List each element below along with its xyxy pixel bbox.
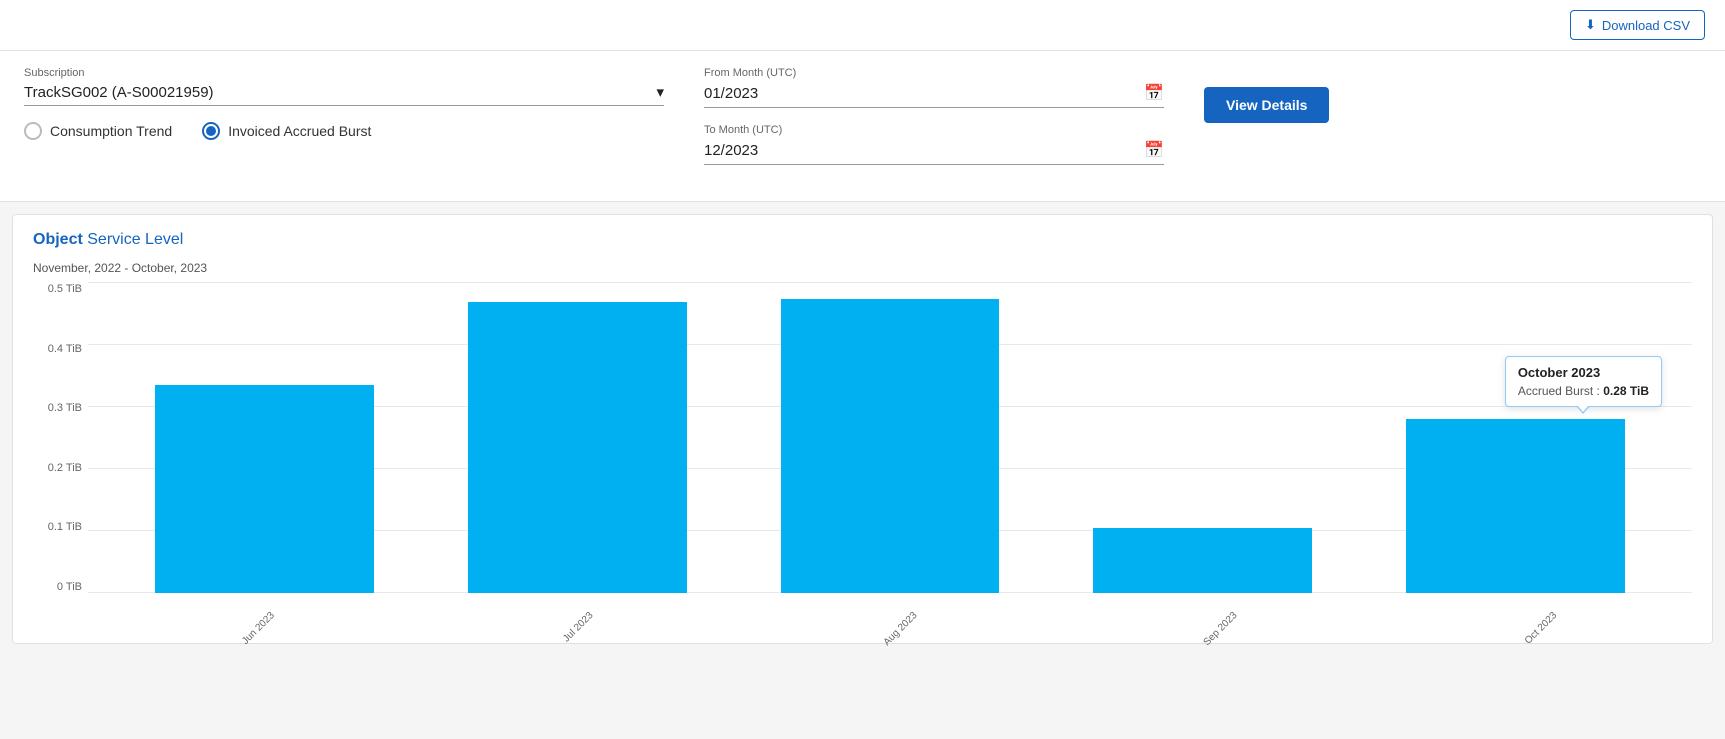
view-details-block: View Details	[1204, 67, 1329, 123]
chart-date-range: November, 2022 - October, 2023	[33, 261, 1692, 275]
bar-group[interactable]	[1359, 283, 1672, 593]
from-month-field: From Month (UTC) 01/2023 📅	[704, 67, 1164, 108]
view-details-button[interactable]: View Details	[1204, 87, 1329, 123]
from-month-label: From Month (UTC)	[704, 67, 1164, 79]
y-axis: 0 TiB 0.1 TiB 0.2 TiB 0.3 TiB 0.4 TiB 0.5 TiB	[33, 283, 88, 593]
y-axis-label: 0.3 TiB	[33, 402, 88, 414]
subscription-select[interactable]: TrackSG002 (A-S00021959) ▾	[24, 83, 664, 106]
bar-group[interactable]	[1046, 283, 1359, 593]
radio-consumption-trend[interactable]: Consumption Trend	[24, 122, 172, 140]
x-axis-label: Oct 2023	[1523, 610, 1559, 646]
from-calendar-icon[interactable]: 📅	[1144, 83, 1164, 103]
chart-container: 0 TiB 0.1 TiB 0.2 TiB 0.3 TiB 0.4 TiB 0.5 TiB…	[33, 283, 1692, 623]
y-axis-label: 0.5 TiB	[33, 283, 88, 295]
chart-area: 0 TiB 0.1 TiB 0.2 TiB 0.3 TiB 0.4 TiB 0.5 TiB…	[33, 283, 1692, 623]
subscription-value: TrackSG002 (A-S00021959)	[24, 84, 214, 101]
radio-consumption-label: Consumption Trend	[50, 123, 172, 139]
to-month-field: To Month (UTC) 12/2023 📅	[704, 124, 1164, 165]
subscription-label: Subscription	[24, 67, 664, 79]
y-axis-label: 0.4 TiB	[33, 343, 88, 355]
to-month-value: 12/2023	[704, 142, 1144, 159]
download-icon: ⬇	[1585, 17, 1596, 33]
chart-title: Object Service Level	[33, 231, 1692, 249]
radio-circle-invoiced	[202, 122, 220, 140]
download-csv-button[interactable]: ⬇ Download CSV	[1570, 10, 1705, 40]
bar-group[interactable]	[108, 283, 421, 593]
from-month-value: 01/2023	[704, 85, 1144, 102]
y-axis-label: 0.1 TiB	[33, 521, 88, 533]
bar-group[interactable]	[734, 283, 1047, 593]
subscription-block: Subscription TrackSG002 (A-S00021959) ▾ …	[24, 67, 664, 140]
top-bar: ⬇ Download CSV	[0, 0, 1725, 51]
radio-invoiced-accrued-burst[interactable]: Invoiced Accrued Burst	[202, 122, 371, 140]
bar	[1406, 419, 1625, 593]
download-csv-label: Download CSV	[1602, 18, 1690, 33]
y-axis-label: 0 TiB	[33, 581, 88, 593]
x-label-group: Aug 2023	[730, 593, 1051, 623]
y-axis-label: 0.2 TiB	[33, 462, 88, 474]
radio-group: Consumption Trend Invoiced Accrued Burst	[24, 122, 664, 140]
x-axis-label: Jul 2023	[561, 610, 596, 645]
chevron-down-icon: ▾	[656, 83, 664, 101]
radio-invoiced-label: Invoiced Accrued Burst	[228, 123, 371, 139]
bar	[1093, 528, 1312, 593]
radio-circle-consumption	[24, 122, 42, 140]
x-axis-label: Aug 2023	[881, 610, 919, 648]
bar	[781, 299, 1000, 594]
bar	[155, 385, 374, 593]
bars-area: October 2023Accrued Burst : 0.28 TiB	[88, 283, 1692, 593]
filter-section: Subscription TrackSG002 (A-S00021959) ▾ …	[0, 51, 1725, 202]
date-block: From Month (UTC) 01/2023 📅 To Month (UTC…	[704, 67, 1164, 181]
x-axis: Jun 2023Jul 2023Aug 2023Sep 2023Oct 2023	[88, 593, 1692, 623]
chart-title-light: Service Level	[87, 231, 183, 248]
x-label-group: Jul 2023	[409, 593, 730, 623]
to-calendar-icon[interactable]: 📅	[1144, 140, 1164, 160]
x-label-group: Jun 2023	[88, 593, 409, 623]
x-label-group: Sep 2023	[1050, 593, 1371, 623]
x-label-group: Oct 2023	[1371, 593, 1692, 623]
bar-group[interactable]	[421, 283, 734, 593]
chart-title-bold: Object	[33, 231, 83, 248]
to-month-label: To Month (UTC)	[704, 124, 1164, 136]
bar	[468, 302, 687, 593]
x-axis-label: Sep 2023	[1202, 610, 1240, 648]
x-axis-label: Jun 2023	[240, 610, 277, 647]
chart-section: Object Service Level November, 2022 - Oc…	[12, 214, 1713, 644]
